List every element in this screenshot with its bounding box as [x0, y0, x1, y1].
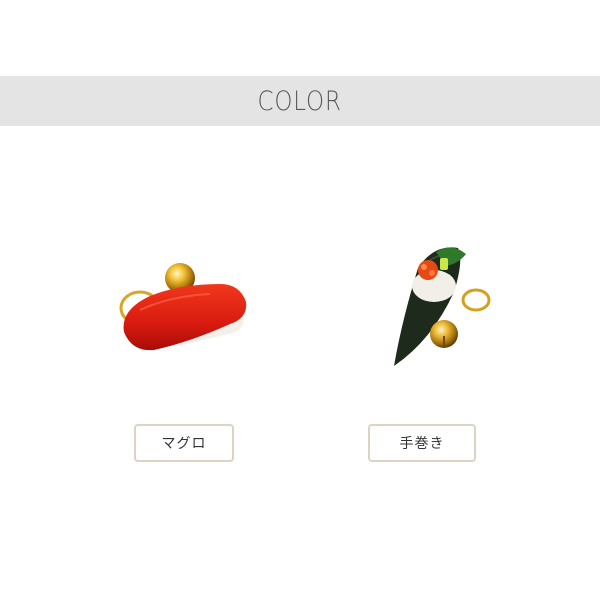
- variant-button-maguro[interactable]: マグロ: [134, 424, 234, 462]
- variant-button-temaki[interactable]: 手巻き: [368, 424, 476, 462]
- color-header-band: COLOR: [0, 76, 600, 126]
- color-section-title: COLOR: [257, 85, 343, 117]
- hand-roll-keychain-image[interactable]: [388, 240, 498, 370]
- tuna-nigiri-keychain-image[interactable]: [110, 250, 260, 380]
